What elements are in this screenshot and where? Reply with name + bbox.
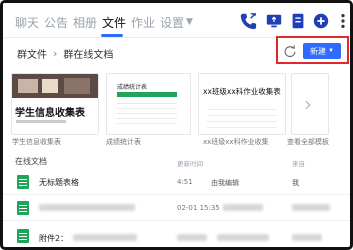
chevron-right-icon: › (53, 47, 58, 60)
template-label: 成绩统计表 (106, 138, 141, 146)
tab-chat[interactable]: 聊天 (15, 13, 39, 31)
document-icon[interactable] (289, 12, 307, 30)
chevron-down-icon: ▼ (186, 17, 193, 27)
redacted-source (292, 234, 322, 241)
row-name: 无标题表格 (39, 178, 79, 187)
phone-icon[interactable] (239, 12, 257, 30)
spreadsheet-icon (17, 201, 29, 215)
template-banner (12, 74, 98, 98)
column-updated: 更新时间 (177, 160, 203, 168)
template-preview-title: 学生信息收集表 (15, 108, 85, 119)
tab-files[interactable]: 文件 (102, 13, 126, 31)
tab-settings[interactable]: 设置 ▼ (160, 13, 193, 31)
template-label: xx班级xx科作业收集 (203, 138, 269, 146)
section-title: 在线文档 (15, 157, 47, 166)
template-label: 学生信息收集表 (12, 138, 61, 146)
template-preview-title: 成绩统计表 (117, 84, 148, 91)
spreadsheet-icon (17, 175, 29, 189)
redacted-source (292, 204, 330, 211)
tab-homework[interactable]: 作业 (131, 13, 155, 31)
redacted-time (177, 234, 207, 241)
view-all-templates-card[interactable]: › (291, 73, 329, 135)
breadcrumb: 群文件 › 群在线文档 (17, 46, 113, 61)
row-name: 附件2： (39, 234, 69, 243)
tab-album[interactable]: 相册 (73, 13, 97, 31)
add-icon[interactable] (312, 12, 330, 30)
template-card-homework[interactable]: xx班级xx科作业收集表 (198, 73, 286, 135)
breadcrumb-current: 群在线文档 (63, 50, 114, 61)
redacted-name (39, 204, 135, 211)
table-row[interactable]: 02-01 15:35 (3, 195, 350, 221)
view-all-templates-label[interactable]: 查看全部模板 (287, 137, 329, 147)
screen-share-icon[interactable] (265, 12, 283, 30)
row-editor: 由我编辑 (211, 179, 239, 187)
window: 聊天 公告 相册 文件 作业 设置 ▼ 群文件 › 群在线文档 新建 ▼ 学生信… (0, 0, 353, 250)
chevron-right-icon: › (304, 92, 312, 116)
redacted-name (73, 234, 137, 241)
table-row[interactable]: 附件2： (3, 221, 350, 247)
refresh-icon[interactable] (283, 44, 297, 58)
row-time: 02-01 15:35 (177, 204, 220, 212)
spreadsheet-icon (17, 229, 29, 243)
template-card-grades[interactable]: 成绩统计表 (106, 73, 191, 135)
tab-notice[interactable]: 公告 (44, 13, 68, 31)
column-source: 来自 (292, 160, 305, 168)
more-icon[interactable] (334, 12, 350, 30)
tab-bar: 聊天 公告 相册 文件 作业 设置 ▼ (3, 3, 350, 37)
template-card-student-info[interactable]: 学生信息收集表 (11, 73, 99, 135)
breadcrumb-root[interactable]: 群文件 (17, 46, 47, 61)
row-source: 我 (292, 179, 299, 187)
row-time: 4:51 (177, 178, 193, 186)
table-row[interactable]: 无标题表格 4:51 由我编辑 我 (3, 169, 350, 195)
template-preview-title: xx班级xx科作业收集表 (203, 87, 281, 96)
redacted-editor (223, 204, 263, 211)
new-button[interactable]: 新建 ▼ (303, 43, 341, 59)
redacted-editor (217, 234, 269, 241)
chevron-down-icon: ▼ (328, 48, 334, 54)
